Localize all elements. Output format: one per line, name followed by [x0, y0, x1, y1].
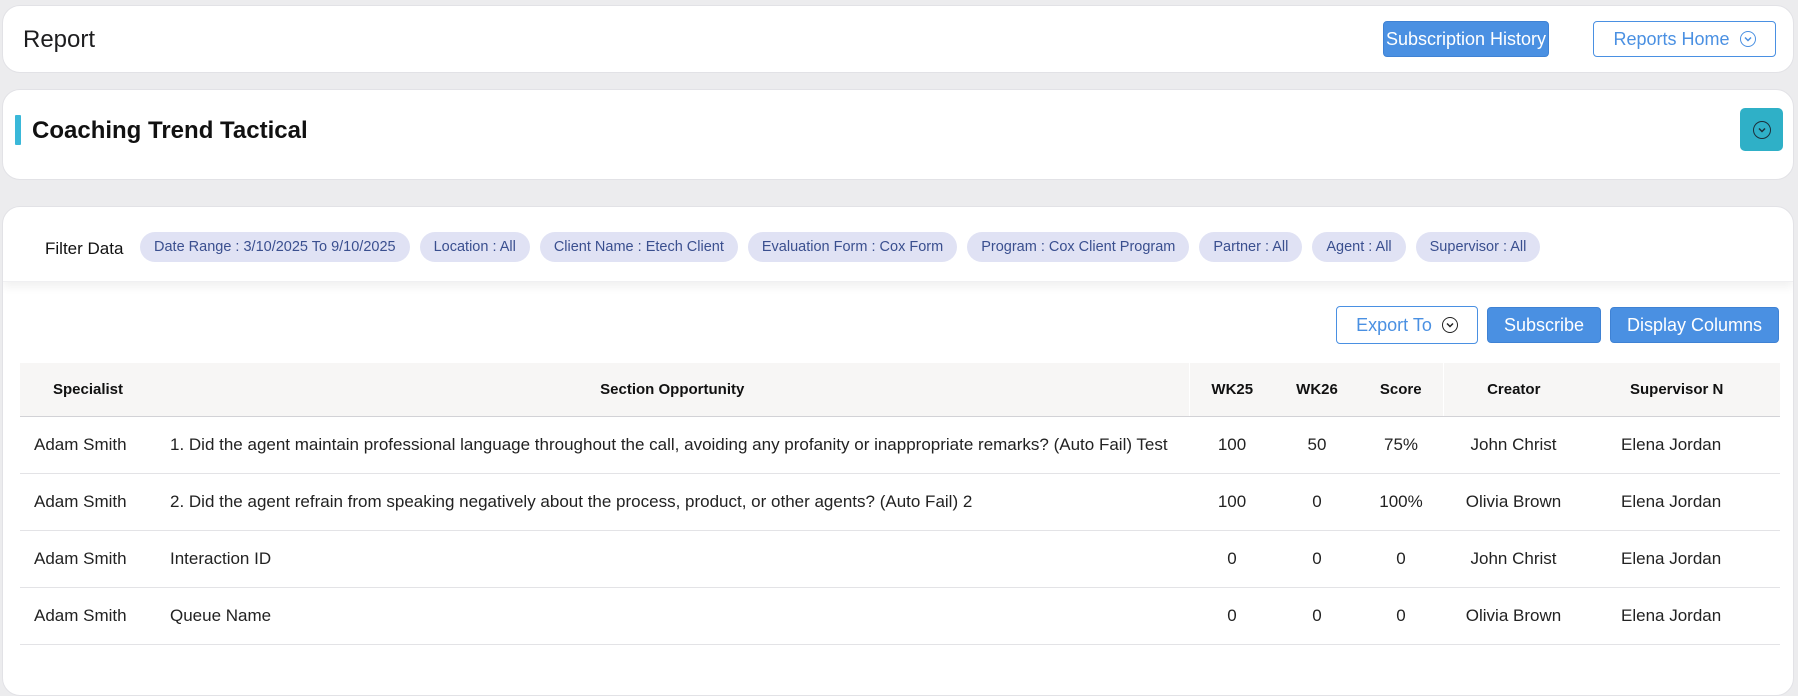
- column-header-wk25[interactable]: WK25: [1188, 363, 1275, 417]
- cell-supervisor: Elena Jordan: [1584, 473, 1780, 531]
- cell-creator: Olivia Brown: [1443, 473, 1584, 531]
- export-to-label: Export To: [1356, 314, 1432, 335]
- column-header-score[interactable]: Score: [1359, 363, 1443, 417]
- report-title: Coaching Trend Tactical: [32, 117, 308, 144]
- cell-specialist: Adam Smith: [20, 530, 156, 588]
- cell-wk25: 100: [1189, 416, 1275, 474]
- filter-chip-evaluation-form[interactable]: Evaluation Form : Cox Form: [747, 232, 958, 262]
- reports-home-label: Reports Home: [1613, 28, 1730, 49]
- subscribe-button[interactable]: Subscribe: [1487, 307, 1601, 343]
- column-header-specialist[interactable]: Specialist: [20, 363, 156, 417]
- cell-wk26: 0: [1275, 473, 1359, 531]
- report-table-container[interactable]: Specialist Section Opportunity WK25 WK26…: [20, 363, 1780, 645]
- cell-section-opportunity: 1. Did the agent maintain professional l…: [156, 416, 1189, 474]
- cell-supervisor: Elena Jordan: [1584, 416, 1780, 474]
- cell-score: 0: [1359, 530, 1443, 588]
- export-to-button[interactable]: Export To: [1336, 306, 1478, 344]
- cell-score: 75%: [1359, 416, 1443, 474]
- column-header-creator[interactable]: Creator: [1442, 363, 1584, 417]
- table-row: Adam Smith 1. Did the agent maintain pro…: [20, 416, 1780, 474]
- cell-creator: John Christ: [1443, 530, 1584, 588]
- cell-wk26: 0: [1275, 587, 1359, 645]
- table-row: Adam Smith Interaction ID 0 0 0 John Chr…: [20, 530, 1780, 588]
- reports-home-button[interactable]: Reports Home: [1593, 21, 1776, 57]
- cell-specialist: Adam Smith: [20, 587, 156, 645]
- column-header-section-opportunity[interactable]: Section Opportunity: [156, 363, 1189, 417]
- cell-section-opportunity: 2. Did the agent refrain from speaking n…: [156, 473, 1189, 531]
- cell-score: 0: [1359, 587, 1443, 645]
- subscription-history-button[interactable]: Subscription History: [1383, 21, 1549, 57]
- chevron-down-icon: [1739, 31, 1756, 47]
- table-header-row: Specialist Section Opportunity WK25 WK26…: [20, 363, 1780, 417]
- filter-chip-supervisor[interactable]: Supervisor : All: [1415, 232, 1541, 262]
- cell-section-opportunity: Queue Name: [156, 587, 1189, 645]
- cell-wk25: 100: [1189, 473, 1275, 531]
- cell-wk25: 0: [1189, 587, 1275, 645]
- report-table: Specialist Section Opportunity WK25 WK26…: [20, 363, 1780, 645]
- report-title-card: Coaching Trend Tactical: [2, 89, 1794, 180]
- table-row: Adam Smith 2. Did the agent refrain from…: [20, 473, 1780, 531]
- cell-score: 100%: [1359, 473, 1443, 531]
- column-header-supervisor[interactable]: Supervisor N: [1584, 363, 1780, 417]
- cell-wk26: 50: [1275, 416, 1359, 474]
- filter-chip-partner[interactable]: Partner : All: [1199, 232, 1303, 262]
- filter-chip-date-range[interactable]: Date Range : 3/10/2025 To 9/10/2025: [140, 232, 410, 262]
- filter-label: Filter Data: [45, 239, 124, 258]
- page-title: Report: [23, 26, 96, 53]
- filter-bar: Filter Data Date Range : 3/10/2025 To 9/…: [3, 207, 1793, 282]
- cell-specialist: Adam Smith: [20, 416, 156, 474]
- chevron-down-icon: [1752, 120, 1771, 139]
- collapse-toggle-button[interactable]: [1740, 108, 1783, 151]
- cell-supervisor: Elena Jordan: [1584, 530, 1780, 588]
- cell-wk25: 0: [1189, 530, 1275, 588]
- filter-chip-location[interactable]: Location : All: [419, 232, 530, 262]
- title-accent-bar: [15, 115, 21, 145]
- cell-creator: Olivia Brown: [1443, 587, 1584, 645]
- filter-chip-agent[interactable]: Agent : All: [1312, 232, 1406, 262]
- cell-supervisor: Elena Jordan: [1584, 587, 1780, 645]
- cell-section-opportunity: Interaction ID: [156, 530, 1189, 588]
- filter-chip-client-name[interactable]: Client Name : Etech Client: [539, 232, 738, 262]
- chevron-down-icon: [1441, 317, 1458, 333]
- display-columns-button[interactable]: Display Columns: [1610, 307, 1779, 343]
- report-content-card: Filter Data Date Range : 3/10/2025 To 9/…: [2, 206, 1794, 696]
- cell-creator: John Christ: [1443, 416, 1584, 474]
- cell-specialist: Adam Smith: [20, 473, 156, 531]
- cell-wk26: 0: [1275, 530, 1359, 588]
- column-header-wk26[interactable]: WK26: [1275, 363, 1359, 417]
- filter-chip-program[interactable]: Program : Cox Client Program: [967, 232, 1190, 262]
- table-row: Adam Smith Queue Name 0 0 0 Olivia Brown…: [20, 587, 1780, 645]
- header-bar: Report Subscription History Reports Home: [2, 5, 1794, 73]
- filter-chips: Date Range : 3/10/2025 To 9/10/2025 Loca…: [140, 232, 1541, 262]
